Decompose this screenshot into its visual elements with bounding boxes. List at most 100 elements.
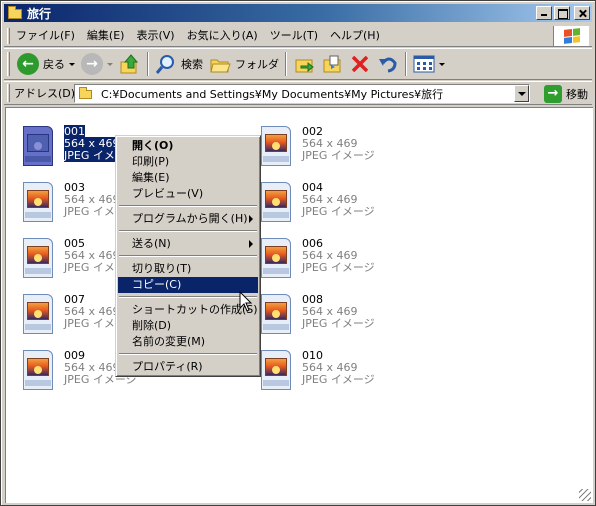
window-controls <box>536 6 590 20</box>
standard-toolbar: ← 戻る → 検索 フォルダ <box>4 48 592 80</box>
undo-button[interactable] <box>374 51 402 77</box>
back-button[interactable]: ← 戻る <box>14 51 78 77</box>
ctx-copy[interactable]: コピー(C) <box>118 277 258 293</box>
back-arrow-icon: ← <box>17 53 39 75</box>
address-path: C:¥Documents and Settings¥My Documents¥M… <box>101 87 444 101</box>
window-title: 旅行 <box>27 6 52 21</box>
file-item[interactable]: 004 564 x 469 JPEG イメージ <box>258 176 458 228</box>
close-button[interactable] <box>574 6 590 20</box>
ctx-open[interactable]: 開く(O) <box>118 138 258 154</box>
chevron-down-icon <box>517 91 526 96</box>
ctx-print[interactable]: 印刷(P) <box>118 154 258 170</box>
menu-separator <box>118 252 258 261</box>
copy-to-button[interactable] <box>318 51 346 77</box>
file-type: JPEG イメージ <box>302 205 375 218</box>
address-label: アドレス(D) <box>14 87 76 100</box>
menu-help[interactable]: ヘルプ(H) <box>324 28 386 44</box>
views-grid-icon <box>413 55 435 73</box>
jpeg-file-icon <box>20 236 56 280</box>
ctx-delete[interactable]: 削除(D) <box>118 318 258 334</box>
ctx-send-to-label: 送る(N) <box>132 237 171 250</box>
folder-icon <box>79 86 93 100</box>
file-type: JPEG イメージ <box>302 149 375 162</box>
menu-bar: ファイル(F) 編集(E) 表示(V) お気に入り(A) ツール(T) ヘルプ(… <box>4 25 592 47</box>
folders-button[interactable]: フォルダ <box>206 51 282 77</box>
file-item[interactable]: 008 564 x 469 JPEG イメージ <box>258 288 458 340</box>
toolbar-separator <box>285 52 287 76</box>
menu-edit[interactable]: 編集(E) <box>81 28 131 44</box>
go-label: 移動 <box>566 87 588 101</box>
ctx-open-with-label: プログラムから開く(H) <box>132 212 248 225</box>
menu-separator <box>118 350 258 359</box>
jpeg-file-icon <box>258 292 294 336</box>
ctx-cut[interactable]: 切り取り(T) <box>118 261 258 277</box>
delete-x-icon <box>351 55 369 73</box>
folder-icon <box>7 6 23 20</box>
windows-logo-icon <box>553 26 589 46</box>
move-to-button[interactable] <box>290 51 318 77</box>
go-button[interactable]: → 移動 <box>544 84 588 103</box>
ctx-edit[interactable]: 編集(E) <box>118 170 258 186</box>
jpeg-file-icon <box>258 180 294 224</box>
up-folder-icon <box>120 54 139 74</box>
folders-icon <box>210 59 231 73</box>
menu-separator <box>118 293 258 302</box>
delete-button[interactable] <box>346 51 374 77</box>
back-dropdown-icon[interactable] <box>69 62 75 66</box>
folders-label: フォルダ <box>235 58 279 71</box>
jpeg-file-icon <box>258 124 294 168</box>
address-input[interactable]: C:¥Documents and Settings¥My Documents¥M… <box>74 84 530 103</box>
forward-button[interactable]: → <box>78 51 116 77</box>
undo-icon <box>379 57 397 73</box>
file-item[interactable]: 010 564 x 469 JPEG イメージ <box>258 344 458 396</box>
jpeg-file-icon <box>20 180 56 224</box>
toolbar-separator <box>405 52 407 76</box>
minimize-button[interactable] <box>536 6 552 20</box>
menu-separator <box>118 202 258 211</box>
address-bar: アドレス(D) C:¥Documents and Settings¥My Doc… <box>4 81 592 105</box>
menu-separator <box>118 227 258 236</box>
submenu-arrow-icon <box>249 215 253 223</box>
ctx-preview[interactable]: プレビュー(V) <box>118 186 258 202</box>
search-label: 検索 <box>181 58 203 71</box>
maximize-button[interactable] <box>554 6 570 20</box>
search-icon <box>155 55 174 74</box>
views-dropdown-icon[interactable] <box>439 62 445 66</box>
jpeg-file-icon <box>20 124 56 168</box>
views-button[interactable] <box>410 51 448 77</box>
menu-favorites[interactable]: お気に入り(A) <box>181 28 264 44</box>
context-menu: 開く(O) 印刷(P) 編集(E) プレビュー(V) プログラムから開く(H) … <box>115 135 261 377</box>
go-arrow-icon: → <box>544 84 562 103</box>
file-item[interactable]: 006 564 x 469 JPEG イメージ <box>258 232 458 284</box>
menu-file[interactable]: ファイル(F) <box>10 28 81 44</box>
ctx-properties[interactable]: プロパティ(R) <box>118 359 258 375</box>
file-type: JPEG イメージ <box>302 261 375 274</box>
menu-view[interactable]: 表示(V) <box>130 28 180 44</box>
copy-to-folder-icon <box>323 55 341 73</box>
resize-grip[interactable] <box>579 489 591 501</box>
mouse-cursor-icon <box>239 291 253 312</box>
ctx-create-shortcut[interactable]: ショートカットの作成(S) <box>118 302 258 318</box>
toolbar-grip[interactable] <box>7 52 10 76</box>
ctx-rename[interactable]: 名前の変更(M) <box>118 334 258 350</box>
jpeg-file-icon <box>258 348 294 392</box>
up-folder-button[interactable] <box>116 51 144 77</box>
back-label: 戻る <box>43 58 65 71</box>
file-type: JPEG イメージ <box>302 373 375 386</box>
search-button[interactable]: 検索 <box>152 51 206 77</box>
jpeg-file-icon <box>258 236 294 280</box>
move-to-folder-icon <box>295 59 314 73</box>
file-type: JPEG イメージ <box>302 317 375 330</box>
addressbar-grip[interactable] <box>7 84 10 102</box>
forward-dropdown-icon[interactable] <box>107 62 113 66</box>
jpeg-file-icon <box>20 292 56 336</box>
menu-tools[interactable]: ツール(T) <box>264 28 324 44</box>
jpeg-file-icon <box>20 348 56 392</box>
file-list-view[interactable]: 001 564 x 469 JPEG イメージ 002 564 x 469 JP… <box>5 107 593 503</box>
ctx-send-to[interactable]: 送る(N) <box>118 236 258 252</box>
address-dropdown-button[interactable] <box>514 85 529 102</box>
explorer-window: 旅行 ファイル(F) 編集(E) 表示(V) お気に入り(A) ツール(T) ヘ… <box>0 0 596 506</box>
title-bar[interactable]: 旅行 <box>4 4 592 22</box>
file-item[interactable]: 002 564 x 469 JPEG イメージ <box>258 120 458 172</box>
ctx-open-with[interactable]: プログラムから開く(H) <box>118 211 258 227</box>
